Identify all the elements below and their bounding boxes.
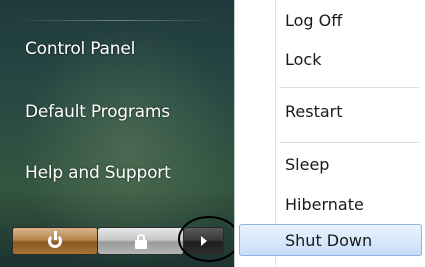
- power-button[interactable]: [12, 227, 98, 255]
- menu-item-sleep[interactable]: Sleep: [285, 155, 329, 174]
- menu-item-log-off[interactable]: Log Off: [285, 11, 342, 30]
- control-panel-item[interactable]: Control Panel: [25, 39, 135, 59]
- menu-item-hibernate[interactable]: Hibernate: [285, 195, 364, 214]
- menu-separator: [279, 87, 419, 88]
- lock-button[interactable]: [98, 227, 184, 255]
- annotation-circle: [178, 216, 240, 262]
- menu-item-restart[interactable]: Restart: [285, 102, 343, 121]
- help-and-support-item[interactable]: Help and Support: [25, 163, 171, 183]
- power-icon: [48, 231, 62, 248]
- top-separator: [14, 20, 219, 21]
- shutdown-options-menu: Log Off Lock Restart Sleep Hibernate Shu…: [234, 0, 425, 267]
- lock-icon: [134, 233, 148, 249]
- menu-item-shut-down[interactable]: Shut Down: [285, 231, 372, 250]
- menu-item-lock[interactable]: Lock: [285, 50, 321, 69]
- default-programs-item[interactable]: Default Programs: [25, 102, 170, 122]
- menu-separator: [279, 142, 419, 143]
